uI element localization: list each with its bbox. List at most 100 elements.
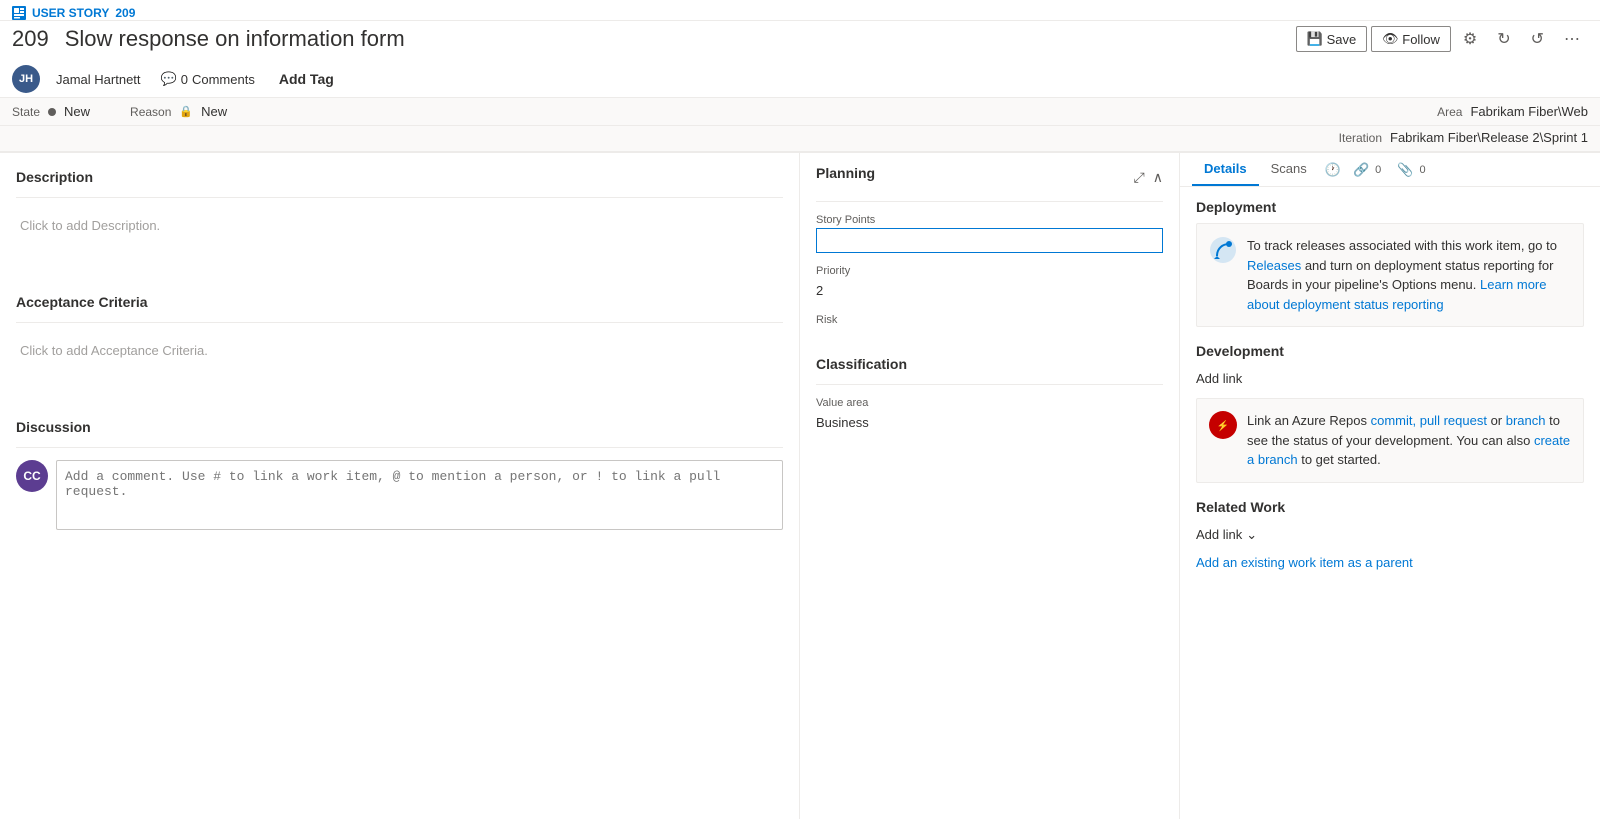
chevron-down-icon: ⌄ xyxy=(1246,527,1257,543)
tab-attachments[interactable]: 📎 0 xyxy=(1391,154,1435,186)
description-title: Description xyxy=(16,169,783,185)
related-work-add-link-button[interactable]: Add link ⌄ xyxy=(1196,523,1584,547)
collapse-icon[interactable]: ∧ xyxy=(1153,169,1163,186)
discussion-avatar: CC xyxy=(16,460,48,492)
attachments-count: 0 xyxy=(1415,164,1429,176)
state-dot-icon xyxy=(48,108,56,116)
follow-button[interactable]: 👁 Follow xyxy=(1371,26,1451,52)
iteration-field-group: Iteration Fabrikam Fiber\Release 2\Sprin… xyxy=(1339,130,1588,145)
dev-add-link-label: Add link xyxy=(1196,371,1242,386)
title-id: 209 xyxy=(12,26,49,52)
link-icon: 🔗 xyxy=(1353,162,1369,178)
fields-row-1: State New Reason 🔒 New Area Fabrikam Fib… xyxy=(0,98,1600,126)
reason-value[interactable]: New xyxy=(201,104,227,119)
development-info-card: ⚡ Link an Azure Repos commit, pull reque… xyxy=(1196,398,1584,483)
deployment-pipeline-icon xyxy=(1209,236,1237,264)
comments-count: 0 xyxy=(181,72,188,87)
svg-text:⚡: ⚡ xyxy=(1217,419,1229,432)
state-value[interactable]: New xyxy=(64,104,90,119)
reason-label: Reason xyxy=(130,105,171,119)
tab-scans[interactable]: Scans xyxy=(1259,153,1319,186)
author-name: Jamal Hartnett xyxy=(56,72,141,87)
save-icon: 💾 xyxy=(1307,31,1323,47)
tab-history[interactable]: 🕐 xyxy=(1319,154,1347,186)
save-button[interactable]: 💾 Save xyxy=(1296,26,1368,52)
follow-label: Follow xyxy=(1402,32,1440,47)
add-tag-button[interactable]: Add Tag xyxy=(275,69,338,89)
description-input[interactable]: Click to add Description. xyxy=(16,210,783,270)
risk-value[interactable] xyxy=(816,328,1163,336)
history-icon: 🕐 xyxy=(1325,162,1341,178)
right-pane: Details Scans 🕐 🔗 0 📎 0 Deployment xyxy=(1180,153,1600,819)
add-existing-parent-link[interactable]: Add an existing work item as a parent xyxy=(1196,555,1413,570)
related-work-section: Related Work Add link ⌄ Add an existing … xyxy=(1196,499,1584,570)
more-button[interactable]: ⋯ xyxy=(1556,25,1588,53)
branch-link[interactable]: branch xyxy=(1506,413,1546,428)
acceptance-criteria-title: Acceptance Criteria xyxy=(16,294,783,310)
risk-group: Risk xyxy=(816,314,1163,336)
dev-add-link-button[interactable]: Add link xyxy=(1196,367,1584,390)
discussion-input-container: CC xyxy=(16,460,783,530)
story-points-label: Story Points xyxy=(816,214,1163,226)
state-field-group: State New xyxy=(12,104,90,119)
acceptance-criteria-section: Acceptance Criteria Click to add Accepta… xyxy=(16,294,783,395)
comment-icon: 💬 xyxy=(161,71,177,87)
eye-icon: 👁 xyxy=(1382,31,1398,47)
comments-label: Comments xyxy=(192,72,255,87)
planning-expand-icons: ⤢ ∧ xyxy=(1134,169,1163,186)
development-section: Development Add link ⚡ Link an Azure Rep… xyxy=(1196,343,1584,483)
work-item-type: USER STORY 209 xyxy=(12,6,135,20)
planning-title: Planning xyxy=(816,165,875,181)
related-work-heading: Related Work xyxy=(1196,499,1584,515)
story-points-group: Story Points xyxy=(816,214,1163,253)
title-text: Slow response on information form xyxy=(65,26,405,52)
work-item-number: 209 xyxy=(115,6,135,20)
deployment-heading: Deployment xyxy=(1196,199,1584,215)
discussion-input[interactable] xyxy=(56,460,783,530)
discussion-section: Discussion CC xyxy=(16,419,783,530)
left-pane: Description Click to add Description. Ac… xyxy=(0,153,800,819)
commit-link[interactable]: commit, xyxy=(1371,413,1417,428)
work-item-type-label: USER STORY xyxy=(32,6,109,20)
releases-link[interactable]: Releases xyxy=(1247,258,1301,273)
toolbar-right: 💾 Save 👁 Follow ⚙ ↻ ↺ ⋯ xyxy=(1296,25,1588,53)
discussion-title: Discussion xyxy=(16,419,783,435)
refresh-button[interactable]: ↻ xyxy=(1489,25,1518,53)
priority-group: Priority 2 xyxy=(816,265,1163,302)
priority-value[interactable]: 2 xyxy=(816,279,1163,302)
area-label: Area xyxy=(1437,105,1462,119)
story-points-input[interactable] xyxy=(816,228,1163,253)
development-heading: Development xyxy=(1196,343,1584,359)
acceptance-criteria-input[interactable]: Click to add Acceptance Criteria. xyxy=(16,335,783,395)
related-work-add-link-label: Add link xyxy=(1196,527,1242,542)
fields-row-2: Iteration Fabrikam Fiber\Release 2\Sprin… xyxy=(0,126,1600,153)
deployment-section: Deployment To track releases associated … xyxy=(1196,199,1584,327)
tab-links[interactable]: 🔗 0 xyxy=(1347,154,1391,186)
classification-title: Classification xyxy=(816,356,1163,372)
description-section: Description Click to add Description. xyxy=(16,169,783,270)
settings-button[interactable]: ⚙ xyxy=(1455,25,1485,53)
undo-button[interactable]: ↺ xyxy=(1523,25,1552,53)
classification-section: Classification Value area Business xyxy=(816,356,1163,434)
save-label: Save xyxy=(1327,32,1357,47)
tab-details[interactable]: Details xyxy=(1192,153,1259,186)
pull-request-link[interactable]: pull request xyxy=(1420,413,1487,428)
dev-repo-icon: ⚡ xyxy=(1209,411,1237,439)
deployment-info-text: To track releases associated with this w… xyxy=(1247,236,1571,314)
value-area-group: Value area Business xyxy=(816,397,1163,434)
paperclip-icon: 📎 xyxy=(1397,162,1413,178)
iteration-label: Iteration xyxy=(1339,131,1382,145)
right-pane-content: Deployment To track releases associated … xyxy=(1180,187,1600,582)
right-tabs: Details Scans 🕐 🔗 0 📎 0 xyxy=(1180,153,1600,187)
area-value[interactable]: Fabrikam Fiber\Web xyxy=(1470,104,1588,119)
expand-icon[interactable]: ⤢ xyxy=(1134,169,1145,186)
user-story-icon xyxy=(12,6,26,20)
value-area-value[interactable]: Business xyxy=(816,411,1163,434)
author-avatar: JH xyxy=(12,65,40,93)
title-row: 209 Slow response on information form 💾 … xyxy=(0,21,1600,61)
middle-pane: Planning ⤢ ∧ Story Points Priority 2 Ris… xyxy=(800,153,1180,819)
iteration-value[interactable]: Fabrikam Fiber\Release 2\Sprint 1 xyxy=(1390,130,1588,145)
comments-button[interactable]: 💬 0 Comments xyxy=(157,69,259,89)
deployment-info-card: To track releases associated with this w… xyxy=(1196,223,1584,327)
links-count: 0 xyxy=(1371,164,1385,176)
